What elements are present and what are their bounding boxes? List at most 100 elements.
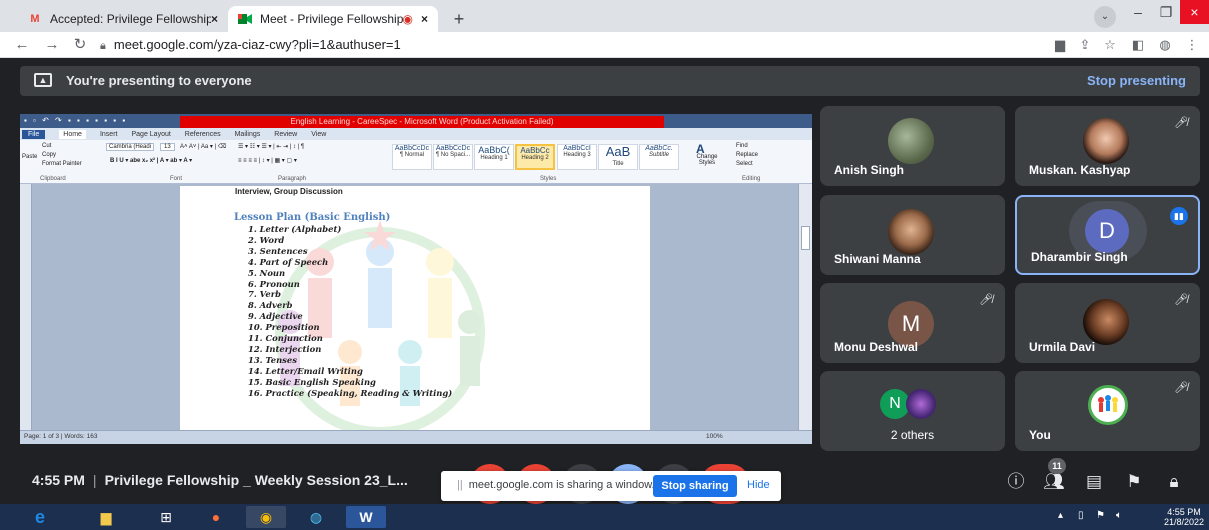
replace-label: Replace (736, 152, 759, 158)
ie-icon[interactable]: e (20, 506, 60, 528)
minimize-button[interactable]: – (1124, 0, 1152, 24)
file-explorer-icon[interactable]: ▆ (86, 506, 126, 528)
style-sample: AaB (605, 144, 631, 159)
firefox-icon[interactable]: ● (196, 506, 236, 528)
avatar (1083, 299, 1129, 345)
participant-tile-dharambir[interactable]: D ▮▮ Dharambir Singh (1015, 195, 1200, 275)
host-controls-icon[interactable]: 🔒︎ (1162, 470, 1186, 494)
avatar: D (1085, 209, 1129, 253)
mic-off-icon: 🎤︎̸ (1174, 382, 1188, 394)
word-window-title: English Learning - CareeSpec - Microsoft… (180, 116, 664, 128)
separator: | (92, 472, 97, 488)
style-heading-2: AaBbCc Heading 2 (515, 144, 555, 170)
new-tab-button[interactable]: + (448, 8, 470, 30)
word-tab-file: File (22, 129, 46, 139)
tab-meet[interactable]: Meet - Privilege Fellowship _ ◉ × (228, 6, 438, 32)
start-apps-icon[interactable]: ⊞ (146, 506, 186, 528)
word-tab-references: References (184, 130, 221, 138)
stop-sharing-button[interactable]: Stop sharing (653, 475, 737, 497)
meeting-time: 4:55 PM (32, 472, 85, 488)
word-tab-page-layout: Page Layout (131, 130, 171, 138)
style-name: Subtitle (648, 152, 669, 158)
tab-title: Meet - Privilege Fellowship _ (260, 12, 403, 26)
reload-icon[interactable]: ↻ (70, 35, 90, 55)
shared-word-window: ▪ ▫ ↶ ↷ ▪ ▪ ▪ ▪ ▪ ▪ ▪ English Learning -… (20, 114, 812, 444)
style-name: ¶ Normal (399, 152, 425, 158)
url-field[interactable]: 🔒︎ meet.google.com/yza-ciaz-cwy?pli=1&aut… (100, 35, 1020, 55)
participant-tile-monu[interactable]: M 🎤︎̸ Monu Deshwal (820, 283, 1005, 363)
list-item: 2. Word (248, 234, 285, 245)
gmail-icon: M (30, 13, 40, 25)
camera-permission-icon[interactable]: ▆ (1050, 35, 1070, 55)
list-item: 13. Tenses (248, 354, 297, 365)
participant-tile-urmila[interactable]: 🎤︎̸ Urmila Davi (1015, 283, 1200, 363)
back-arrow-icon[interactable]: ← (12, 35, 32, 55)
menu-kebab-icon[interactable]: ⋮ (1182, 35, 1202, 55)
sharing-notification: || meet.google.com is sharing a window. S… (441, 471, 781, 501)
stop-presenting-button[interactable]: Stop presenting (1087, 73, 1186, 88)
tab-title: Accepted: Privilege Fellowship _ (50, 12, 211, 26)
share-icon[interactable]: ⇪ (1075, 35, 1095, 55)
align-icons: ≡ ≡ ≡ ≡ | ↕ ▾ | ▦ ▾ ▢ ▾ (238, 158, 297, 164)
word-ribbon-tabs: File Home Insert Page Layout References … (20, 128, 812, 140)
maximize-button[interactable]: ❐ (1152, 0, 1180, 24)
participant-name: Urmila Davi (1029, 340, 1096, 354)
activities-icon[interactable]: ⚑ (1122, 470, 1146, 494)
participant-tile-others[interactable]: N 2 others (820, 371, 1005, 451)
style-title: AaB Title (598, 144, 638, 170)
participant-tile-shiwani[interactable]: Shiwani Manna (820, 195, 1005, 275)
participant-tile-self[interactable]: 🎤︎̸ You (1015, 371, 1200, 451)
tab-search-icon[interactable]: ⌄ (1094, 6, 1116, 28)
participant-count-badge: 11 (1048, 458, 1066, 474)
tab-gmail[interactable]: M Accepted: Privilege Fellowship _ × (18, 6, 228, 32)
sidepanel-icon[interactable]: ◧ (1128, 35, 1148, 55)
cut-label: Cut (42, 143, 52, 149)
group-editing: Editing (742, 176, 761, 182)
mic-off-icon: 🎤︎̸ (1174, 117, 1188, 129)
select-label: Select (736, 161, 753, 167)
bookmark-star-icon[interactable]: ☆ (1100, 35, 1120, 55)
close-window-button[interactable]: × (1180, 0, 1209, 24)
participant-tile-anish[interactable]: Anish Singh (820, 106, 1005, 186)
meeting-info-icon[interactable]: ⓘ (1004, 470, 1028, 494)
clock-time: 4:55 PM (1167, 507, 1201, 517)
windows-taskbar: e ▆ ⊞ ● ◉ ◍ W ▴ ▯ ⚑ 🔈︎ 4:55 PM 21/8/2022 (0, 504, 1209, 530)
close-tab-icon[interactable]: × (421, 12, 428, 26)
network-icon[interactable]: ⚑ (1096, 510, 1105, 521)
profile-avatar-icon[interactable]: ◍ (1155, 35, 1175, 55)
participant-name: Shiwani Manna (834, 252, 921, 266)
group-styles: Styles (540, 176, 557, 182)
volume-icon[interactable]: 🔈︎ (1116, 510, 1122, 521)
group-clipboard: Clipboard (40, 176, 66, 182)
chat-icon[interactable]: ▤ (1082, 470, 1106, 494)
style-no-spacing: AaBbCcDc ¶ No Spaci... (433, 144, 473, 170)
list-item: 6. Pronoun (248, 278, 300, 289)
presenting-banner: ▲ You're presenting to everyone Stop pre… (20, 66, 1200, 96)
word-icon[interactable]: W (346, 506, 386, 528)
close-tab-icon[interactable]: × (211, 12, 218, 26)
style-name: Heading 1 (480, 155, 508, 161)
others-label: 2 others (890, 428, 935, 442)
list-icons: ☰ ▾ ☷ ▾ ☰ ▾ | ⇤ ⇥ | ↕ | ¶ (238, 144, 305, 150)
list-item: 3. Sentences (248, 245, 308, 256)
taskbar-clock[interactable]: 4:55 PM 21/8/2022 (1164, 507, 1204, 527)
word-tab-home: Home (59, 129, 86, 139)
font-format-icons: B I U ▾ abe x₂ x² | A ▾ ab ▾ A ▾ (110, 158, 193, 164)
chrome-icon[interactable]: ◉ (246, 506, 286, 528)
style-normal: AaBbCcDc ¶ Normal (392, 144, 432, 170)
tray-arrow-icon[interactable]: ▴ (1058, 510, 1063, 521)
sharing-message: meet.google.com is sharing a window. (468, 479, 655, 491)
battery-icon[interactable]: ▯ (1078, 510, 1084, 521)
drag-handle-icon[interactable]: || (457, 479, 463, 491)
forward-arrow-icon[interactable]: → (42, 35, 62, 55)
participant-tile-muskan[interactable]: 🎤︎̸ Muskan. Kashyap (1015, 106, 1200, 186)
word-tab-mailings: Mailings (234, 130, 261, 138)
scroll-thumb (801, 226, 810, 250)
hide-button[interactable]: Hide (747, 479, 770, 491)
avatar (888, 118, 934, 164)
speaking-indicator-icon: ▮▮ (1170, 207, 1188, 225)
chrome-remote-icon[interactable]: ◍ (296, 506, 336, 528)
style-sample: AaBbCcDc (394, 145, 430, 152)
style-name: ¶ No Spaci... (435, 152, 471, 158)
avatar (906, 389, 936, 419)
